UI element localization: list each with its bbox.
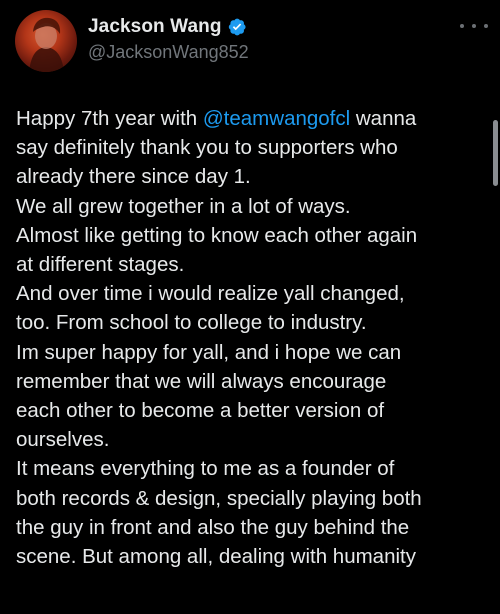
verified-badge-icon xyxy=(227,17,247,37)
tweet-line: And over time i would realize yall chang… xyxy=(16,282,405,306)
tweet-line: remember that we will always encourage xyxy=(16,369,387,393)
tweet-line: Almost like getting to know each other a… xyxy=(16,223,418,247)
tweet-line: ourselves. xyxy=(16,428,110,452)
user-handle[interactable]: @JacksonWang852 xyxy=(88,42,249,63)
tweet-line: too. From school to college to industry. xyxy=(16,311,367,335)
dot-icon xyxy=(472,24,476,28)
tweet-line: It means everything to me as a founder o… xyxy=(16,457,395,481)
tweet-line: Im super happy for yall, and i hope we c… xyxy=(16,340,402,364)
tweet-line: scene. But among all, dealing with human… xyxy=(16,545,416,569)
tweet-text: Happy 7th year with @teamwangofcl wanna … xyxy=(16,104,486,571)
tweet-line: already there since day 1. xyxy=(16,165,251,189)
profile-avatar-icon xyxy=(29,17,64,72)
tweet-line: both records & design, specially playing… xyxy=(16,486,422,510)
dot-icon xyxy=(460,24,464,28)
tweet-line: We all grew together in a lot of ways. xyxy=(16,194,351,218)
tweet-line: at different stages. xyxy=(16,253,185,277)
tweet-text-segment: Happy 7th year with xyxy=(16,107,203,130)
tweet-line: the guy in front and also the guy behind… xyxy=(16,515,410,539)
tweet-text-segment: wanna xyxy=(350,107,417,130)
avatar[interactable] xyxy=(15,10,77,72)
tweet-line: each other to become a better version of xyxy=(16,399,385,423)
more-options-icon[interactable] xyxy=(460,16,488,36)
dot-icon xyxy=(484,24,488,28)
scrollbar[interactable] xyxy=(493,120,498,186)
tweet-line: Happy 7th year with @teamwangofcl wanna xyxy=(16,104,486,133)
mention-link[interactable]: @teamwangofcl xyxy=(203,107,350,130)
tweet-line: say definitely thank you to supporters w… xyxy=(16,136,398,160)
display-name[interactable]: Jackson Wang xyxy=(88,16,222,38)
tweet-header: Jackson Wang @JacksonWang852 xyxy=(0,0,500,80)
name-row: Jackson Wang xyxy=(88,14,247,40)
